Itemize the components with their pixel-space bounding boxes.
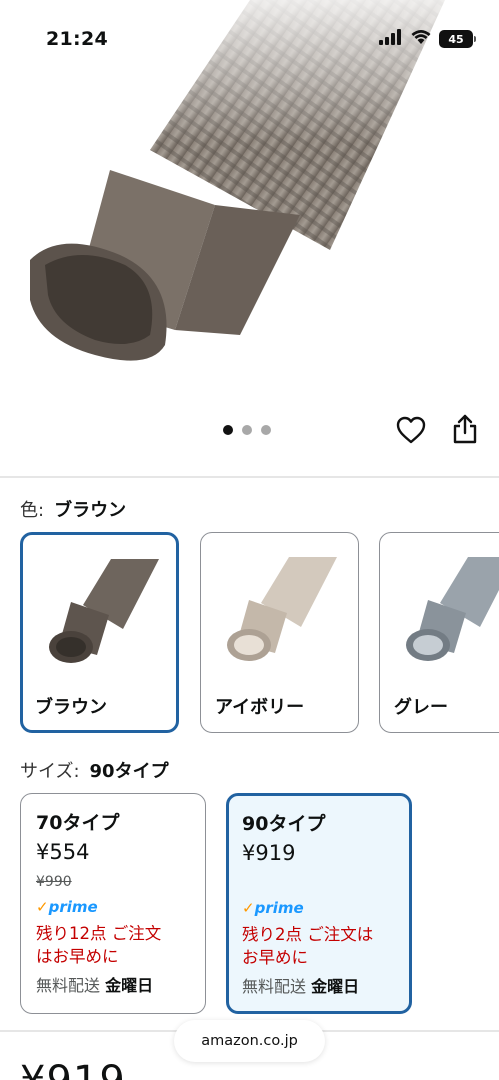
battery-level: 45 (448, 32, 464, 46)
carousel-dot-2[interactable] (242, 425, 252, 435)
signal-icon (379, 29, 403, 49)
share-button[interactable] (449, 412, 481, 446)
heart-icon (396, 416, 426, 444)
swatch-label: アイボリー (215, 697, 305, 718)
delivery-info: 無料配送 金曜日 (242, 973, 409, 997)
stock-line-1: 残り2点 ご注文は (242, 925, 374, 944)
delivery-label: 無料配送 (36, 976, 101, 995)
prime-label: prime (254, 899, 304, 917)
carousel-dot-3[interactable] (261, 425, 271, 435)
swatch-label: グレー (394, 697, 448, 718)
size-option-name: 70タイプ (36, 812, 120, 834)
prime-check-icon: ✓ (242, 899, 255, 917)
stock-warning: 残り2点 ご注文は お早めに (242, 923, 409, 969)
carousel-dot-1[interactable] (223, 425, 233, 435)
stock-line-2: お早めに (242, 948, 308, 967)
browser-url-bar[interactable]: amazon.co.jp (174, 1020, 325, 1062)
delivery-label: 無料配送 (242, 977, 307, 996)
prime-badge: ✓prime (242, 899, 409, 923)
size-option-price: ¥554 (36, 840, 90, 864)
stock-warning: 残り12点 ご注文 はお早めに (36, 922, 205, 968)
size-option-price: ¥919 (242, 841, 296, 865)
product-price: ¥919 (20, 1058, 126, 1080)
battery-icon: 45 (439, 30, 476, 48)
stock-line-1: 残り12点 ご注文 (36, 924, 162, 943)
stock-line-2: はお早めに (36, 947, 119, 966)
status-bar: 21:24 45 (0, 0, 499, 80)
size-variation-header: サイズ: 90タイプ (20, 757, 169, 783)
size-option-90[interactable]: 90タイプ ¥919 ✓prime 残り2点 ご注文は お早めに 無料配送 金曜… (226, 793, 412, 1014)
color-swatch-gray[interactable]: グレー (379, 532, 499, 733)
size-selected-value: 90タイプ (89, 761, 169, 782)
size-option-name: 90タイプ (242, 813, 326, 835)
delivery-day: 金曜日 (311, 977, 360, 996)
status-icons: 45 (379, 29, 476, 49)
color-swatch-brown[interactable]: ブラウン (20, 532, 179, 733)
swatch-label: ブラウン (35, 697, 107, 718)
prime-check-icon: ✓ (36, 898, 49, 916)
delivery-day: 金曜日 (105, 976, 154, 995)
size-option-list-price: ¥990 (36, 874, 72, 890)
size-label: サイズ: (20, 761, 80, 782)
size-option-70[interactable]: 70タイプ ¥554 ¥990 ✓prime 残り12点 ご注文 はお早めに 無… (20, 793, 206, 1014)
color-variation-header: 色: ブラウン (20, 496, 126, 522)
delivery-info: 無料配送 金曜日 (36, 972, 205, 996)
color-label: 色: (20, 500, 45, 521)
share-icon (453, 414, 477, 444)
prime-label: prime (48, 898, 98, 916)
swatch-image-gray (406, 557, 499, 661)
swatch-image-brown (49, 559, 159, 663)
color-swatch-list[interactable]: ブラウン アイボリー グレー (20, 532, 499, 734)
wishlist-button[interactable] (394, 413, 428, 447)
status-time: 21:24 (46, 28, 108, 50)
color-selected-value: ブラウン (54, 500, 127, 521)
color-swatch-ivory[interactable]: アイボリー (200, 532, 359, 733)
prime-badge: ✓prime (36, 898, 205, 922)
carousel-dots[interactable] (223, 425, 271, 435)
section-divider (0, 476, 499, 478)
swatch-image-ivory (227, 557, 337, 661)
url-text: amazon.co.jp (201, 1033, 298, 1049)
wifi-icon (410, 29, 432, 49)
